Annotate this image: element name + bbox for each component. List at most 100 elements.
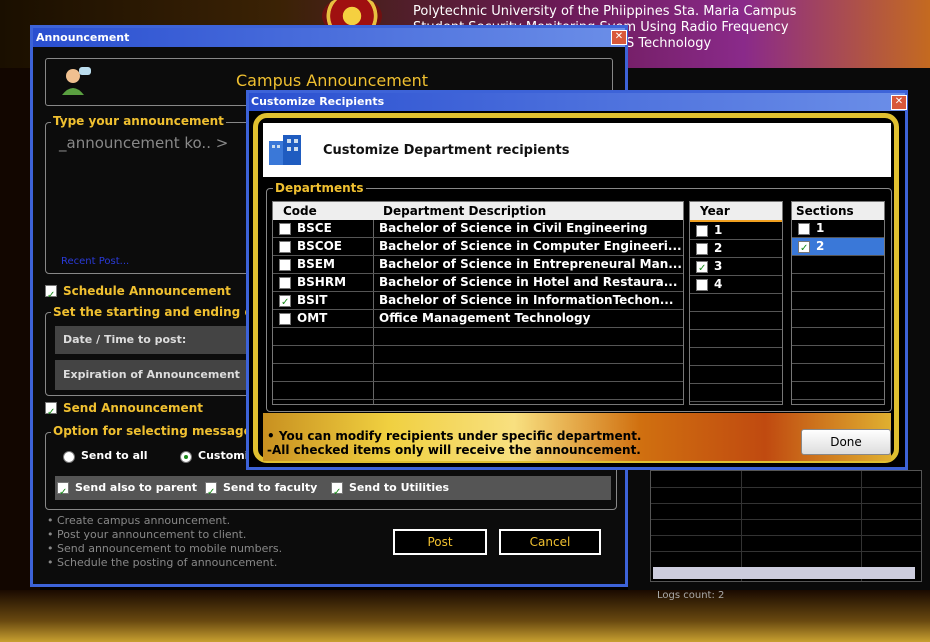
table-row[interactable]: BSHRM Bachelor of Science in Hotel and Re… <box>273 274 683 292</box>
announcement-titlebar: Announcement <box>33 28 625 47</box>
row-checkbox[interactable] <box>279 241 291 253</box>
year-label: 1 <box>714 223 723 237</box>
empty-row <box>792 364 884 382</box>
send-faculty-checkbox[interactable] <box>205 482 217 494</box>
departments-table: Code Department Description BSCE Bachelor… <box>272 201 684 405</box>
expiration-field[interactable]: Expiration of Announcement <box>55 360 250 390</box>
row-checkbox[interactable] <box>798 241 810 253</box>
note-checked: -All checked items only will receive the… <box>267 443 641 457</box>
recent-post-link[interactable]: Recent Post... <box>61 256 129 267</box>
send-utilities-checkbox[interactable] <box>331 482 343 494</box>
custom-radio[interactable] <box>180 451 192 463</box>
done-button[interactable]: Done <box>801 429 891 455</box>
close-icon[interactable]: ✕ <box>891 95 907 110</box>
table-row[interactable]: 4 <box>690 276 782 294</box>
app-title-line1: Polytechnic University of the Phiippines… <box>413 4 797 19</box>
custom-label: Customi <box>198 449 249 462</box>
dept-code: OMT <box>297 311 328 325</box>
send-check-icon <box>45 402 57 414</box>
date-to-post-field[interactable]: Date / Time to post: <box>55 326 250 354</box>
app-title-line3: S Technology <box>626 36 712 51</box>
send-parent-checkbox[interactable] <box>57 482 69 494</box>
year-label: 2 <box>714 241 723 255</box>
dept-desc: Bachelor of Science in Hotel and Restaur… <box>379 275 678 289</box>
tip-item: • Send announcement to mobile numbers. <box>47 542 283 555</box>
row-checkbox[interactable] <box>279 277 291 289</box>
empty-row <box>690 348 782 366</box>
cancel-button[interactable]: Cancel <box>499 529 601 555</box>
dept-code: BSIT <box>297 293 328 307</box>
table-row[interactable]: 2 <box>792 238 884 256</box>
empty-row <box>273 328 683 346</box>
code-column-header[interactable]: Code <box>283 202 317 220</box>
table-row[interactable]: OMT Office Management Technology <box>273 310 683 328</box>
empty-row <box>792 328 884 346</box>
schedule-checkbox[interactable] <box>45 285 57 305</box>
table-row[interactable]: 2 <box>690 240 782 258</box>
year-label: 4 <box>714 277 723 291</box>
schedule-label: Schedule Announcement <box>63 284 231 298</box>
table-row[interactable]: BSCE Bachelor of Science in Civil Enginee… <box>273 220 683 238</box>
row-checkbox[interactable] <box>798 223 810 235</box>
row-checkbox[interactable] <box>696 279 708 291</box>
empty-row <box>792 292 884 310</box>
desc-column-header[interactable]: Department Description <box>383 202 546 220</box>
departments-label: Departments <box>273 181 366 195</box>
send-checkbox[interactable] <box>45 402 57 422</box>
send-label: Send Announcement <box>63 401 203 415</box>
table-row[interactable]: BSCOE Bachelor of Science in Computer Eng… <box>273 238 683 256</box>
departments-header: Code Department Description <box>273 202 683 220</box>
empty-row <box>792 256 884 274</box>
logs-scrollbar[interactable] <box>653 567 915 579</box>
user-icon <box>60 65 92 97</box>
row-checkbox[interactable] <box>279 259 291 271</box>
logs-grid <box>650 470 922 582</box>
building-icon <box>267 131 303 167</box>
row-checkbox[interactable] <box>279 313 291 325</box>
row-checkbox[interactable] <box>696 243 708 255</box>
empty-row <box>792 382 884 400</box>
sections-rows: 12 <box>792 220 884 400</box>
dept-code: BSCE <box>297 221 332 235</box>
row-checkbox[interactable] <box>279 295 291 307</box>
empty-row <box>273 346 683 364</box>
send-parent-label: Send also to parent <box>75 481 197 494</box>
customize-heading: Customize Department recipients <box>323 143 570 158</box>
row-checkbox[interactable] <box>696 225 708 237</box>
type-announcement-label: Type your announcement <box>51 114 226 128</box>
post-button[interactable]: Post <box>393 529 487 555</box>
year-column-header[interactable]: Year <box>690 202 782 222</box>
tips-list: • Create campus announcement. • Post you… <box>47 514 282 570</box>
table-row[interactable]: BSIT Bachelor of Science in InformationTe… <box>273 292 683 310</box>
send-to-all-label: Send to all <box>81 449 148 462</box>
empty-row <box>690 366 782 384</box>
dept-code: BSHRM <box>297 275 347 289</box>
empty-row <box>792 346 884 364</box>
customize-header: Customize Department recipients <box>263 123 891 177</box>
sections-column-header[interactable]: Sections <box>792 202 884 220</box>
empty-row <box>792 274 884 292</box>
schedule-check-icon <box>45 285 57 297</box>
send-faculty-label: Send to faculty <box>223 481 318 494</box>
row-checkbox[interactable] <box>279 223 291 235</box>
announcement-textarea[interactable]: _announcement ko.. > <box>59 134 244 154</box>
empty-row <box>690 330 782 348</box>
dept-code: BSCOE <box>297 239 342 253</box>
send-to-all-radio[interactable] <box>63 451 75 463</box>
customize-titlebar: Customize Recipients <box>249 93 905 111</box>
empty-row <box>273 364 683 382</box>
empty-row <box>690 312 782 330</box>
section-label: 2 <box>816 239 825 253</box>
note-modify: • You can modify recipients under specif… <box>267 429 642 443</box>
table-row[interactable]: 3 <box>690 258 782 276</box>
table-row[interactable]: 1 <box>792 220 884 238</box>
row-checkbox[interactable] <box>696 261 708 273</box>
table-row[interactable]: 1 <box>690 222 782 240</box>
dept-desc: Office Management Technology <box>379 311 591 325</box>
tip-item: • Schedule the posting of announcement. <box>47 556 278 569</box>
year-table: Year 1 2 3 4 <box>689 201 783 405</box>
table-row[interactable]: BSEM Bachelor of Science in Entrepreneura… <box>273 256 683 274</box>
year-label: 3 <box>714 259 723 273</box>
set-dates-label: Set the starting and ending da <box>51 305 264 319</box>
close-icon[interactable]: ✕ <box>611 30 627 45</box>
